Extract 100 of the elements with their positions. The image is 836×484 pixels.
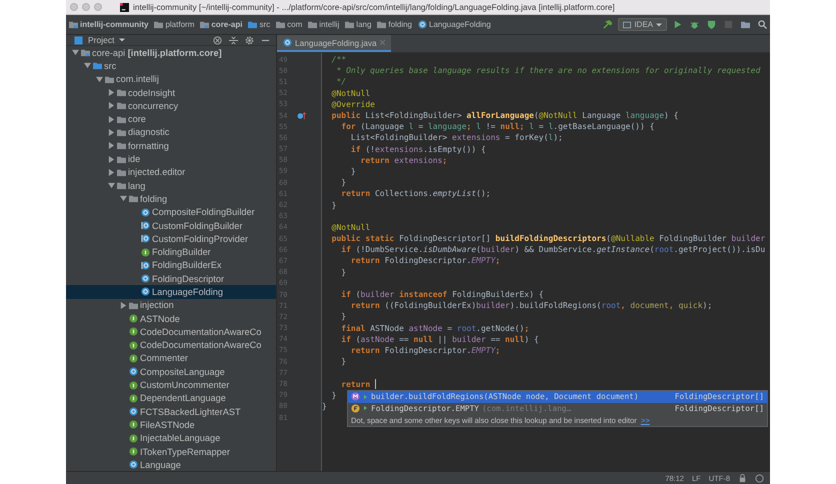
collapse-icon bbox=[229, 36, 238, 44]
abstract-class-icon bbox=[141, 234, 150, 244]
code-line: } bbox=[340, 268, 346, 277]
tree-item[interactable]: Commenter bbox=[66, 352, 276, 366]
code-editor[interactable] bbox=[277, 53, 770, 471]
folder-icon bbox=[276, 20, 286, 29]
interface-icon bbox=[129, 340, 138, 350]
breadcrumb[interactable]: src bbox=[248, 20, 270, 29]
lock-icon bbox=[738, 474, 747, 482]
tree-item[interactable]: LanguageFolding bbox=[66, 285, 276, 299]
code-line: @NotNull bbox=[330, 222, 370, 232]
interface-icon bbox=[129, 447, 138, 456]
collapsed-arrow-icon[interactable] bbox=[120, 302, 127, 309]
code-line: return ((FoldingBuilderEx)builder).buildFoldRegions(root, document, quick); bbox=[350, 301, 712, 310]
tree-item[interactable]: folding bbox=[66, 192, 276, 206]
tree-item[interactable]: FoldingBuilderEx bbox=[66, 258, 276, 272]
code-line: } bbox=[340, 178, 346, 188]
bug-icon bbox=[690, 20, 699, 29]
tree-item[interactable]: CustomFoldingBuilder bbox=[66, 218, 276, 232]
tree-item[interactable]: FileASTNode bbox=[66, 418, 276, 432]
code-line: } bbox=[330, 200, 336, 210]
code-line: } bbox=[322, 402, 327, 411]
tree-item[interactable]: injection bbox=[66, 298, 276, 312]
code-line: if (astNode == null || builder == null) { bbox=[340, 334, 539, 344]
code-line: return FoldingDescriptor.EMPTY; bbox=[350, 256, 500, 266]
stop-icon bbox=[724, 20, 733, 29]
tree-item[interactable]: core bbox=[66, 112, 276, 126]
tree-item[interactable]: ASTNode bbox=[66, 312, 276, 326]
code-line: @Override bbox=[330, 100, 375, 109]
code-line: /** bbox=[330, 55, 346, 64]
tree-item[interactable]: formatting bbox=[66, 139, 276, 152]
tree-item[interactable]: lang bbox=[66, 178, 276, 192]
folder-icon bbox=[377, 20, 386, 29]
interface-icon bbox=[141, 248, 150, 257]
tree-item[interactable]: ide bbox=[66, 152, 276, 166]
tree-item[interactable]: CompositeLanguage bbox=[66, 365, 276, 378]
method-icon bbox=[351, 392, 360, 402]
code-line: return FoldingDescriptor.EMPTY; bbox=[350, 346, 500, 355]
code-line: } bbox=[350, 166, 356, 176]
tree-item[interactable]: Language bbox=[66, 458, 276, 472]
code-line: public List<FoldingBuilder> allForLanguage(@NotNull Language language) { bbox=[330, 111, 678, 120]
breadcrumb[interactable]: intellij-community bbox=[69, 20, 148, 29]
folder-icon bbox=[248, 20, 258, 29]
tree-item[interactable]: FCTSBackedLighterAST bbox=[66, 405, 276, 418]
code-line: List<FoldingBuilder> extensions = forKey(l); bbox=[350, 133, 563, 142]
abstract-class-icon bbox=[141, 221, 150, 230]
tree-item[interactable]: diagnostic bbox=[66, 126, 276, 140]
tree-item[interactable]: CodeDocumentationAwareCo bbox=[66, 325, 276, 339]
editor-tab[interactable]: LanguageFolding.java bbox=[277, 35, 391, 52]
breadcrumb[interactable]: lang bbox=[345, 20, 372, 29]
abstract-class-icon bbox=[141, 260, 150, 270]
tree-item[interactable]: injected.editor bbox=[66, 166, 276, 179]
folder-icon bbox=[345, 20, 354, 29]
tree-item[interactable]: InjectableLanguage bbox=[66, 432, 276, 445]
folder-icon bbox=[308, 20, 318, 29]
breadcrumb[interactable]: LanguageFolding bbox=[418, 20, 491, 29]
interface-icon bbox=[129, 380, 138, 390]
tree-item[interactable]: codeInsight bbox=[66, 86, 276, 100]
code-line: * Only queries base language results if there are no extensions for originally requested bbox=[335, 66, 760, 76]
breadcrumb[interactable]: platform bbox=[154, 20, 194, 29]
tree-item[interactable]: com.intellij bbox=[66, 72, 276, 86]
interface-icon bbox=[129, 420, 138, 430]
breadcrumb[interactable]: folding bbox=[377, 20, 412, 29]
interface-icon bbox=[129, 394, 138, 403]
settings-icon bbox=[245, 36, 254, 44]
tree-item[interactable]: FoldingBuilder bbox=[66, 245, 276, 259]
crosshair-icon bbox=[213, 36, 222, 44]
tree-item[interactable]: CompositeFoldingBuilder bbox=[66, 206, 276, 219]
module-folder-icon bbox=[69, 20, 78, 29]
tree-item[interactable]: ITokenTypeRemapper bbox=[66, 444, 276, 458]
panel-title[interactable]: Project bbox=[88, 35, 114, 45]
code-line: return Collections.emptyList(); bbox=[340, 189, 491, 198]
caret-icon[interactable] bbox=[119, 37, 126, 43]
tree-item[interactable]: CustomFoldingProvider bbox=[66, 232, 276, 246]
tree-item[interactable]: core-api [intellij.platform.core] bbox=[66, 46, 276, 60]
panel-icon bbox=[74, 36, 83, 44]
class-icon bbox=[129, 460, 138, 470]
interface-icon bbox=[129, 354, 138, 363]
folder-icon bbox=[741, 20, 750, 29]
tree-item[interactable]: CodeDocumentationAwareCo bbox=[66, 338, 276, 352]
shield-icon bbox=[707, 20, 716, 29]
override-marker-icon[interactable] bbox=[297, 112, 306, 120]
breadcrumb[interactable]: core-api bbox=[200, 20, 242, 29]
code-line: @NotNull bbox=[330, 88, 370, 98]
class-icon bbox=[418, 20, 427, 29]
run-configuration-dropdown[interactable]: IDEA bbox=[618, 18, 667, 31]
class-icon bbox=[129, 367, 138, 376]
tree-item[interactable]: DependentLanguage bbox=[66, 392, 276, 406]
interface-icon bbox=[129, 314, 138, 324]
breadcrumb[interactable]: com bbox=[276, 20, 302, 29]
code-line: if (builder instanceof FoldingBuilderEx) { bbox=[340, 290, 544, 300]
code-line: if (!extensions.isEmpty()) { bbox=[350, 144, 486, 154]
folder-icon bbox=[154, 20, 164, 29]
tree-item[interactable]: FoldingDescriptor bbox=[66, 272, 276, 286]
code-line: for (Language l = language; l != null; l = l.getBaseLanguage()) { bbox=[340, 122, 654, 132]
breadcrumb[interactable]: intellij bbox=[308, 20, 340, 29]
tree-item[interactable]: CustomUncommenter bbox=[66, 378, 276, 392]
tree-item[interactable]: concurrency bbox=[66, 99, 276, 112]
tree-item[interactable]: src bbox=[66, 59, 276, 73]
code-line: } bbox=[340, 312, 346, 322]
